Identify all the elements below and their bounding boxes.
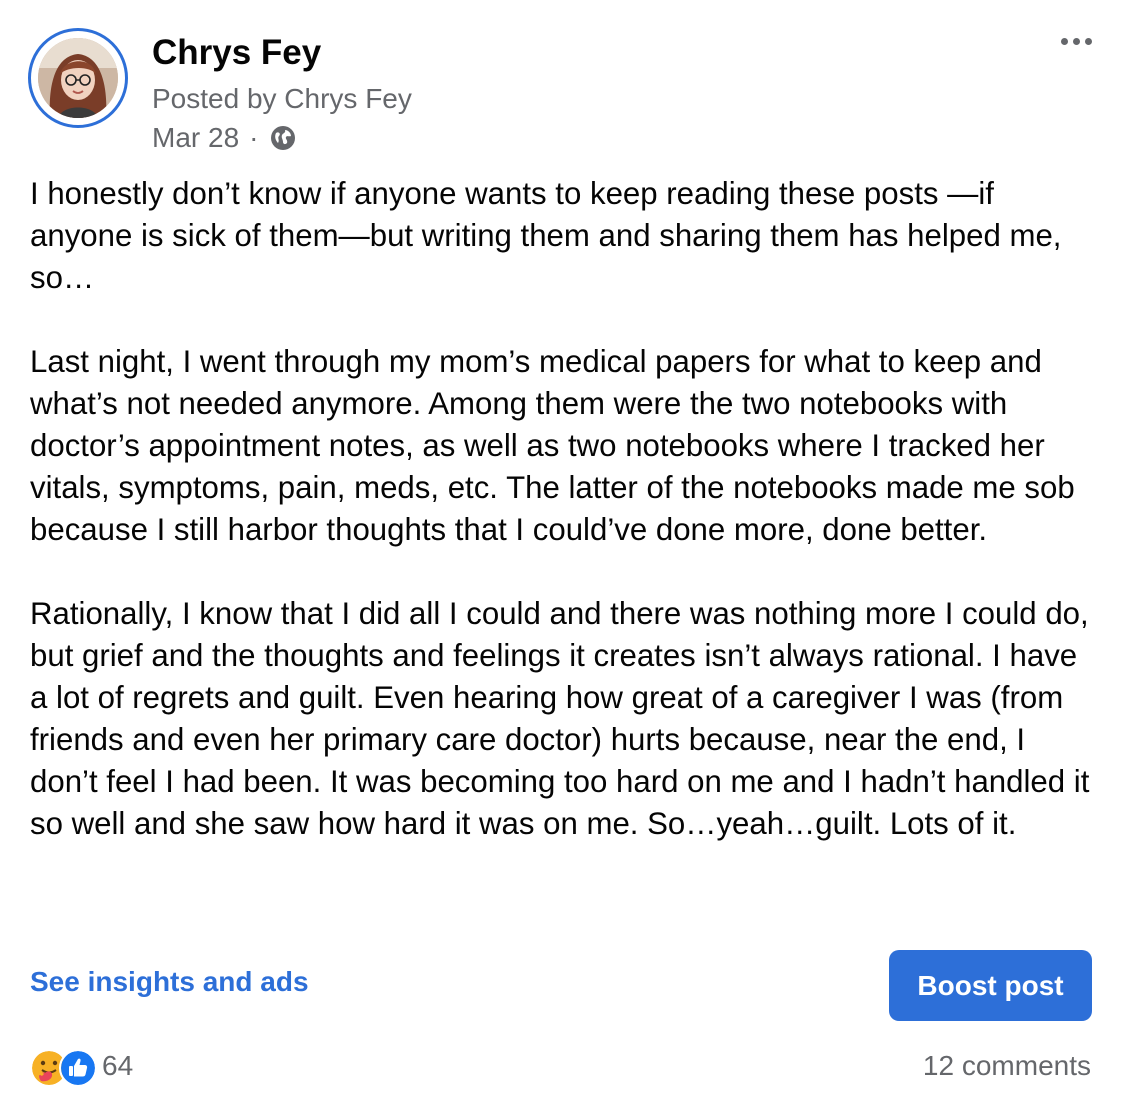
- comments-count-link[interactable]: 12 comments: [923, 1050, 1091, 1082]
- more-options-icon[interactable]: [1055, 32, 1098, 51]
- post-date[interactable]: Mar 28: [152, 122, 239, 154]
- posted-by-label: Posted by Chrys Fey: [152, 83, 412, 114]
- post-header: Chrys Fey Posted by Chrys Fey Mar 28 ·: [28, 28, 1098, 158]
- post-card: Chrys Fey Posted by Chrys Fey Mar 28 · I…: [0, 0, 1125, 1104]
- post-paragraph: Last night, I went through my mom’s medi…: [30, 344, 1075, 547]
- avatar-ring[interactable]: [28, 28, 128, 128]
- post-paragraph: I honestly don’t know if anyone wants to…: [30, 176, 1062, 295]
- avatar[interactable]: [38, 38, 118, 118]
- reaction-icons: [30, 1046, 97, 1087]
- reaction-count: 64: [102, 1050, 134, 1081]
- like-reaction-icon: [59, 1049, 97, 1087]
- see-insights-link[interactable]: See insights and ads: [30, 966, 309, 998]
- more-dot: [1073, 38, 1080, 45]
- post-body: I honestly don’t know if anyone wants to…: [30, 173, 1100, 845]
- post-paragraph: Rationally, I know that I did all I coul…: [30, 596, 1090, 841]
- post-meta: Mar 28 ·: [152, 122, 296, 154]
- boost-post-button[interactable]: Boost post: [889, 950, 1092, 1021]
- meta-separator: ·: [249, 122, 259, 153]
- author-name[interactable]: Chrys Fey: [152, 33, 321, 73]
- globe-icon[interactable]: [270, 125, 296, 151]
- more-dot: [1085, 38, 1092, 45]
- more-dot: [1061, 38, 1068, 45]
- reactions-summary[interactable]: 64: [30, 1046, 134, 1087]
